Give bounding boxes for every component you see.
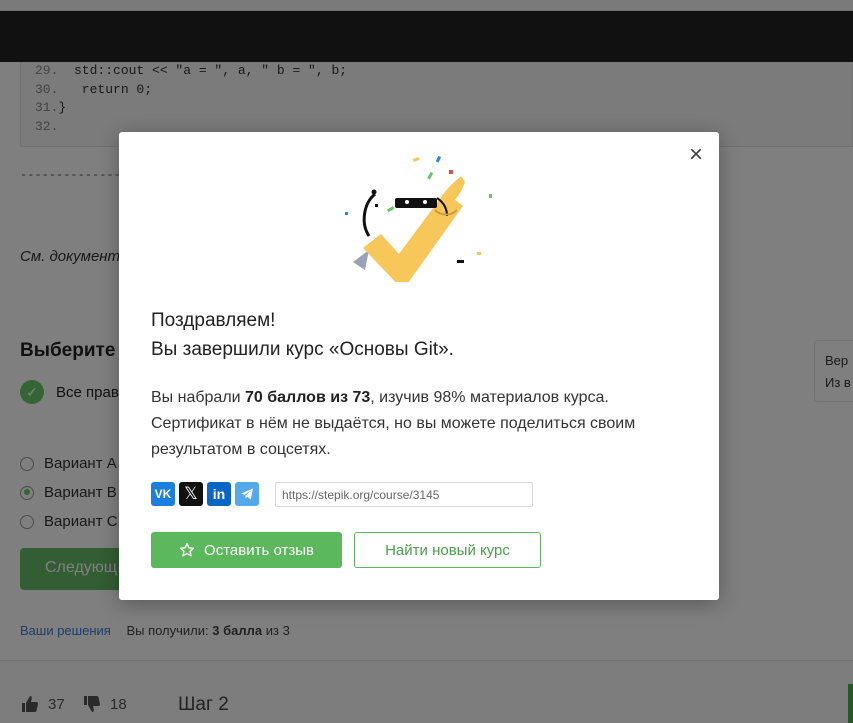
close-icon[interactable]: × bbox=[685, 143, 707, 167]
score-highlight: 70 баллов из 73 bbox=[245, 389, 371, 406]
course-complete-modal: × Поздравляем! Вы завершили курс «Основы… bbox=[119, 132, 719, 600]
course-link-field[interactable] bbox=[275, 482, 533, 507]
find-new-course-button[interactable]: Найти новый курс bbox=[354, 532, 541, 568]
linkedin-icon[interactable]: in bbox=[207, 482, 231, 506]
x-icon[interactable]: 𝕏 bbox=[179, 482, 203, 506]
leave-review-button[interactable]: Оставить отзыв bbox=[151, 532, 342, 568]
leave-review-label: Оставить отзыв bbox=[204, 541, 314, 559]
share-buttons: VK 𝕏 in bbox=[151, 482, 259, 506]
title-congrats: Поздравляем! bbox=[151, 310, 276, 331]
title-course-complete: Вы завершили курс «Основы Git». bbox=[151, 339, 454, 360]
modal-description: Вы набрали 70 баллов из 73, изучив 98% м… bbox=[151, 389, 636, 458]
star-icon bbox=[179, 543, 195, 557]
celebration-checkmark-illustration bbox=[345, 155, 492, 282]
vk-icon[interactable]: VK bbox=[151, 482, 175, 506]
modal-title: Поздравляем! Вы завершили курс «Основы G… bbox=[151, 306, 454, 364]
telegram-icon[interactable] bbox=[235, 482, 259, 506]
